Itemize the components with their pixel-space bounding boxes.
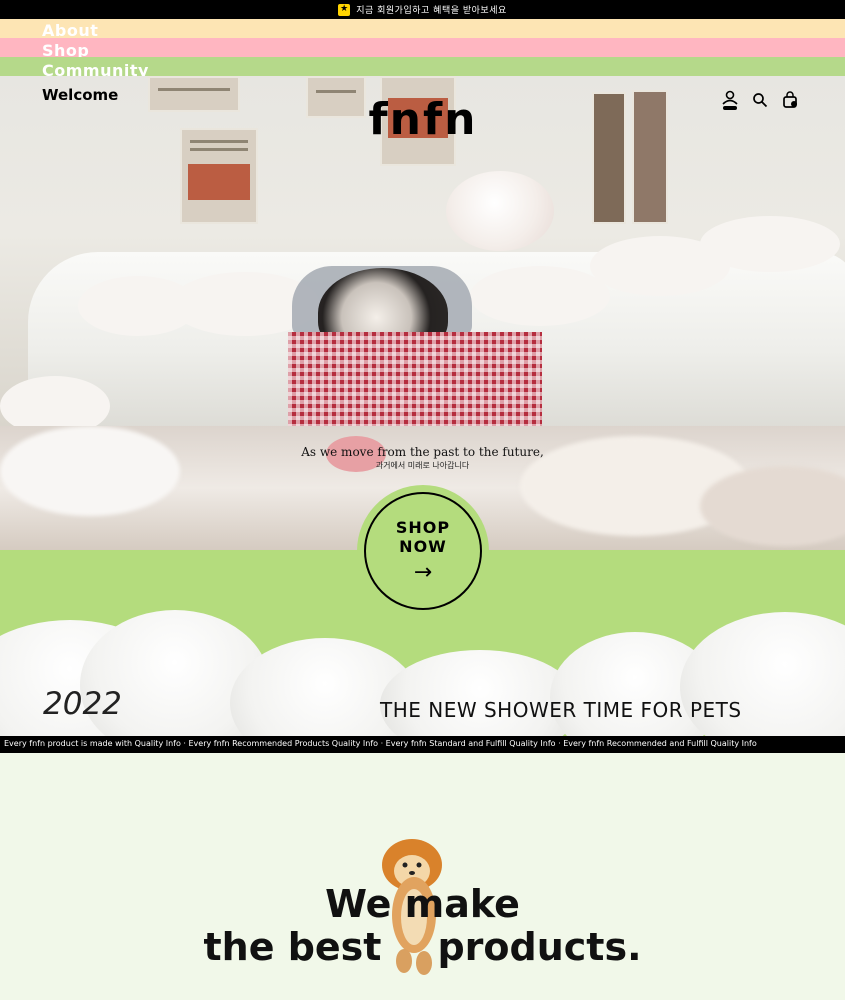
wall-poster	[632, 90, 668, 224]
search-icon[interactable]	[750, 90, 770, 110]
welcome-text: Welcome	[42, 86, 119, 104]
wall-poster	[148, 76, 240, 112]
menu-stripe-about: About	[0, 19, 845, 40]
foam	[0, 426, 180, 516]
hero-quote: As we move from the past to the future,	[301, 445, 544, 459]
ticker-text: Every fnfn product is made with Quality …	[4, 739, 757, 748]
brand-logo[interactable]: fnfn	[352, 98, 494, 142]
star-icon: ★	[338, 3, 351, 16]
hero-subquote: 과거에서 미래로 나아갑니다	[375, 461, 470, 470]
foam-cloud	[446, 171, 554, 251]
cart-icon[interactable]	[780, 90, 800, 110]
shop-now-button[interactable]: SHOP NOW →	[364, 492, 482, 610]
arrow-right-icon: →	[413, 560, 433, 585]
menu-stripe-community: Community	[0, 57, 845, 80]
header-icons	[720, 90, 800, 110]
wall-poster	[180, 128, 258, 224]
headline-line2b: products.	[437, 925, 642, 969]
tagline: THE NEW SHOWER TIME FOR PETS	[380, 698, 742, 722]
headline-line2a: the best	[203, 925, 382, 969]
year-label: 2022	[43, 686, 122, 722]
foam	[700, 216, 840, 272]
wall-poster	[592, 92, 626, 224]
menu-stripe-shop: Shop	[0, 38, 845, 60]
headline-line2: the best products.	[0, 925, 845, 969]
foam	[470, 266, 610, 326]
announcement-bar: ★ 지금 회원가입하고 혜택을 받아보세요	[0, 0, 845, 19]
user-icon[interactable]	[720, 90, 740, 110]
shop-now-line2: NOW	[399, 537, 447, 556]
shop-now-line1: SHOP	[395, 518, 451, 537]
checkered-cloth	[288, 332, 542, 426]
marquee-ticker: Every fnfn product is made with Quality …	[0, 736, 845, 753]
foam	[700, 466, 845, 546]
headline-line1: We make	[325, 882, 520, 926]
announcement-text: 지금 회원가입하고 혜택을 받아보세요	[356, 6, 507, 16]
